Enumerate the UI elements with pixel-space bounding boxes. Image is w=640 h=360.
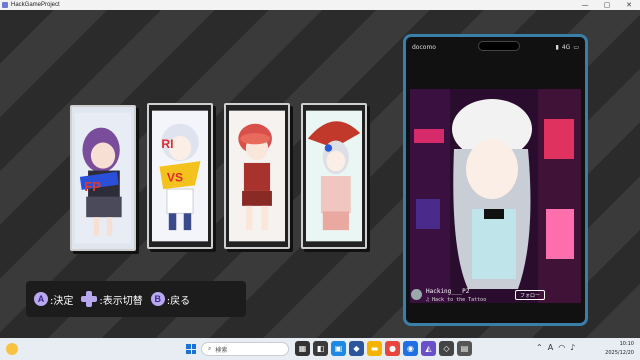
volume-icon[interactable]: ♪ <box>570 343 575 352</box>
character-art-1: FP <box>75 110 131 246</box>
taskbar-apps: ▦ ◧ ▣ ◆ ▬ ● ◉ ◭ ◇ ▤ <box>295 341 472 356</box>
search-icon: ⌕ <box>208 345 212 352</box>
app-icon <box>2 2 8 8</box>
store-icon[interactable]: ▣ <box>331 341 346 356</box>
card-text-1: FP <box>84 179 101 194</box>
system-tray: ⌃ A ◠ ♪ <box>536 343 575 352</box>
character-art-2: RI VS <box>152 108 208 244</box>
clock-time: 10:10 <box>619 341 634 347</box>
task-view-icon[interactable]: ▦ <box>295 341 310 356</box>
username[interactable]: Hacking___P2 <box>426 288 469 295</box>
file-explorer-icon[interactable]: ▬ <box>367 341 382 356</box>
unity-icon[interactable]: ◇ <box>439 341 454 356</box>
a-button-icon: A <box>34 292 48 306</box>
character-card-2[interactable]: RI VS <box>147 103 213 249</box>
avatar[interactable] <box>411 289 422 300</box>
wifi-icon[interactable]: ◠ <box>558 343 565 352</box>
legend-back: B :戻る <box>150 292 191 307</box>
phone-video[interactable] <box>410 89 581 303</box>
carrier-label: docomo <box>412 43 436 51</box>
chevron-up-icon[interactable]: ⌃ <box>536 343 543 352</box>
window-titlebar: HackGameProject — ▢ ✕ <box>0 0 640 10</box>
search-placeholder: 検索 <box>215 346 228 354</box>
character-art-4 <box>306 108 362 244</box>
maximize-button[interactable]: ▢ <box>596 0 618 10</box>
browser-icon[interactable]: ● <box>385 341 400 356</box>
character-card-3[interactable] <box>224 103 290 249</box>
legend-confirm: A :決定 <box>34 292 73 307</box>
legend-confirm-label: :決定 <box>50 295 74 307</box>
visual-studio-icon[interactable]: ◭ <box>421 341 436 356</box>
character-card-1[interactable]: FP <box>70 105 136 251</box>
legend-toggle: :表示切替 <box>81 291 143 307</box>
follow-button[interactable]: フォロー <box>515 290 545 300</box>
battery-icon: ▭ <box>573 43 579 51</box>
ime-indicator[interactable]: A <box>548 343 553 352</box>
taskbar: ⌕ 検索 ▦ ◧ ▣ ◆ ▬ ● ◉ ◭ ◇ ▤ ⌃ A ◠ ♪ 10:10 2… <box>0 338 640 360</box>
phone-status-bar: docomo ▮ 4G ▭ <box>412 41 579 53</box>
taskbar-search[interactable]: ⌕ 検索 <box>201 342 289 356</box>
dpad-icon <box>81 291 98 307</box>
edge-icon[interactable]: ◉ <box>403 341 418 356</box>
character-card-4[interactable] <box>301 103 367 249</box>
game-viewport: FP RI VS A:決定:表示切替 B:戻る docomo ▮ 4G ▭… <box>0 10 640 338</box>
video-profile: Hacking___P2 ♫ Hack to the Tattoo フォロー <box>411 287 585 309</box>
taskbar-clock[interactable]: 10:10 2025/12/20 <box>605 340 634 358</box>
minimize-button[interactable]: — <box>574 0 596 10</box>
legend-toggle-label: :表示切替 <box>99 295 143 307</box>
controls-legend: A :決定 :表示切替 B :戻る <box>26 281 246 317</box>
widgets-icon[interactable]: ◧ <box>313 341 328 356</box>
close-button[interactable]: ✕ <box>618 0 640 10</box>
legend-back-label: :戻る <box>166 295 191 307</box>
game-app-icon[interactable]: ▤ <box>457 341 472 356</box>
window-title: HackGameProject <box>11 2 60 8</box>
dynamic-island <box>478 41 520 51</box>
signal-icon: ▮ <box>555 43 559 51</box>
teams-icon[interactable]: ◆ <box>349 341 364 356</box>
weather-icon[interactable] <box>6 343 18 355</box>
phone-frame: docomo ▮ 4G ▭ Hacking___P2 ♫ Hack to the… <box>403 34 588 326</box>
b-button-icon: B <box>150 292 165 306</box>
character-art-3 <box>229 108 285 244</box>
character-card-list: FP RI VS <box>70 103 370 263</box>
song-title: ♫ Hack to the Tattoo <box>426 297 487 303</box>
clock-date: 2025/12/20 <box>605 350 634 356</box>
start-button[interactable] <box>186 344 196 354</box>
signal-label: 4G <box>561 43 571 51</box>
svg-text:VS: VS <box>167 171 183 185</box>
svg-text:RI: RI <box>161 137 173 151</box>
